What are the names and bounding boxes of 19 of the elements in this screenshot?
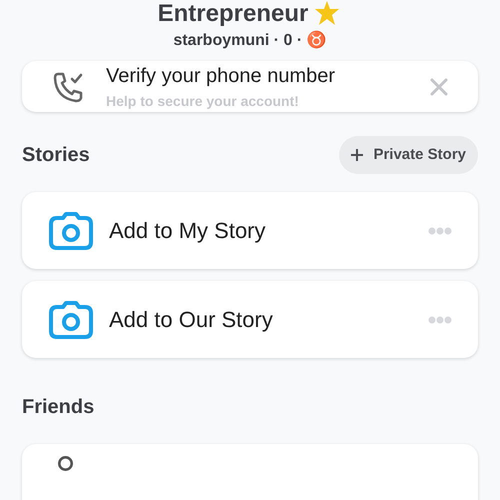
private-story-button[interactable]: Private Story [339, 136, 478, 174]
verify-title: Verify your phone number [106, 64, 336, 89]
close-icon[interactable] [430, 78, 448, 96]
friends-card[interactable] [22, 444, 478, 500]
story-label: Add to Our Story [109, 306, 274, 334]
camera-icon [49, 300, 93, 338]
section-heading: Stories [22, 143, 90, 168]
profile-subtitle: starboymuni · 0 · ♉ [173, 30, 327, 51]
story-card[interactable]: Add to My Story [22, 192, 478, 269]
verify-phone-card[interactable]: Verify your phone number Help to secure your account! [22, 61, 478, 112]
plus-icon [351, 149, 364, 161]
more-icon[interactable] [428, 316, 452, 324]
more-icon[interactable] [428, 226, 452, 234]
verify-subtitle: Help to secure your account! [106, 92, 300, 111]
story-card[interactable]: Add to Our Story [22, 281, 478, 358]
profile-name: Entrepreneur [158, 2, 308, 26]
camera-icon [49, 212, 93, 250]
section-heading: Friends [22, 396, 94, 418]
story-label: Add to My Story [109, 217, 267, 245]
